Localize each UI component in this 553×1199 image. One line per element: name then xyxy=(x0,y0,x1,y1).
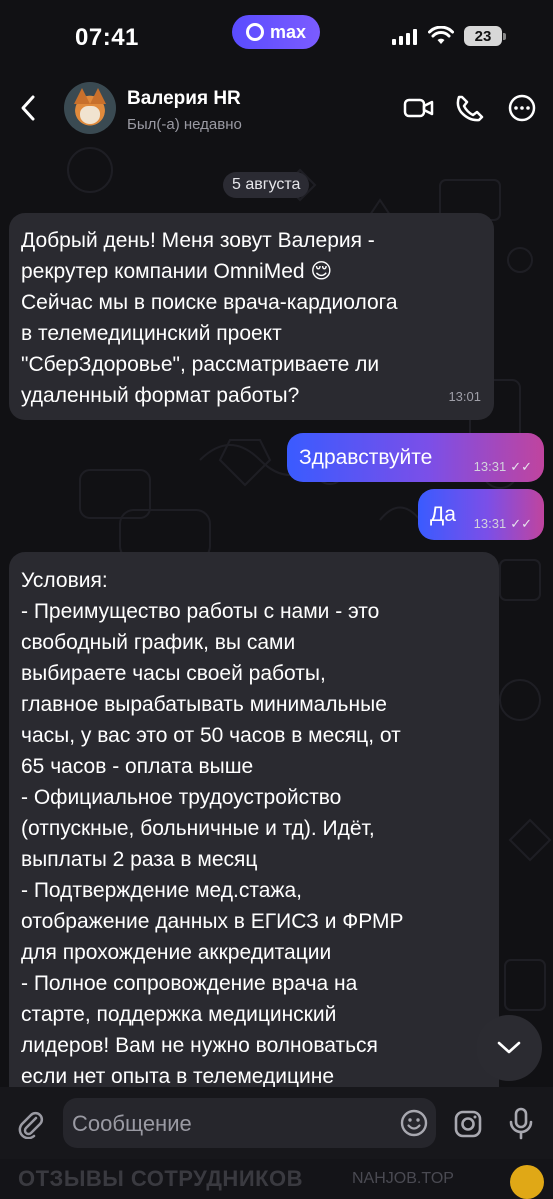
message-incoming[interactable]: Условия: - Преимущество работы с нами - … xyxy=(9,552,499,1092)
max-logo-icon xyxy=(245,23,264,41)
battery-indicator: 23 xyxy=(464,26,506,46)
message-text: Условия: - Преимущество работы с нами - … xyxy=(21,569,404,1088)
camera-icon[interactable] xyxy=(453,1109,483,1139)
phone-call-icon[interactable] xyxy=(454,94,486,122)
scroll-to-bottom-button[interactable] xyxy=(476,1015,542,1081)
date-separator: 5 августа xyxy=(223,172,310,198)
wifi-icon xyxy=(428,26,454,44)
contact-last-seen: Был(-а) недавно xyxy=(127,116,242,133)
message-time: 13:01 xyxy=(448,389,481,404)
microphone-icon[interactable] xyxy=(508,1107,534,1141)
read-checkmarks-icon: ✓✓ xyxy=(510,516,532,531)
message-composer xyxy=(0,1087,553,1159)
contact-avatar[interactable] xyxy=(64,82,116,134)
max-app-badge[interactable]: max xyxy=(232,15,320,49)
message-text: Добрый день! Меня зовут Валерия - рекрут… xyxy=(21,229,398,407)
message-outgoing[interactable]: Здравствуйте 13:31 ✓✓ xyxy=(287,433,544,482)
message-input-wrapper xyxy=(63,1098,436,1150)
cellular-signal-icon xyxy=(392,29,417,45)
video-call-icon[interactable] xyxy=(403,94,435,122)
chevron-down-icon xyxy=(497,1041,521,1054)
read-checkmarks-icon: ✓✓ xyxy=(510,459,532,474)
watermark-emoji-icon xyxy=(510,1165,544,1199)
message-incoming[interactable]: Добрый день! Меня зовут Валерия - рекрут… xyxy=(9,213,494,420)
message-outgoing[interactable]: Да 13:31 ✓✓ xyxy=(418,489,544,540)
message-time: 13:31 xyxy=(473,516,507,531)
message-text: Да xyxy=(430,503,456,526)
contact-name[interactable]: Валерия HR xyxy=(127,88,241,110)
status-time: 07:41 xyxy=(75,24,139,51)
message-meta: 13:31 ✓✓ xyxy=(474,498,532,549)
max-app-label: max xyxy=(269,21,307,42)
back-arrow-icon[interactable] xyxy=(14,90,44,126)
message-text: Здравствуйте xyxy=(299,446,433,469)
chat-header: Валерия HR Был(-а) недавно xyxy=(0,70,553,146)
message-input[interactable] xyxy=(70,1098,394,1150)
attach-paperclip-icon[interactable] xyxy=(16,1109,44,1139)
more-options-icon[interactable] xyxy=(506,94,538,122)
watermark-left: ОТЗЫВЫ СОТРУДНИКОВ xyxy=(18,1166,304,1191)
message-meta: 13:31 ✓✓ xyxy=(474,442,532,491)
emoji-icon[interactable] xyxy=(400,1109,428,1137)
status-bar: 07:41 max 23 xyxy=(0,0,553,70)
watermark-right: NAHJOB.TOP xyxy=(352,1170,454,1187)
message-time: 13:31 xyxy=(473,459,507,474)
